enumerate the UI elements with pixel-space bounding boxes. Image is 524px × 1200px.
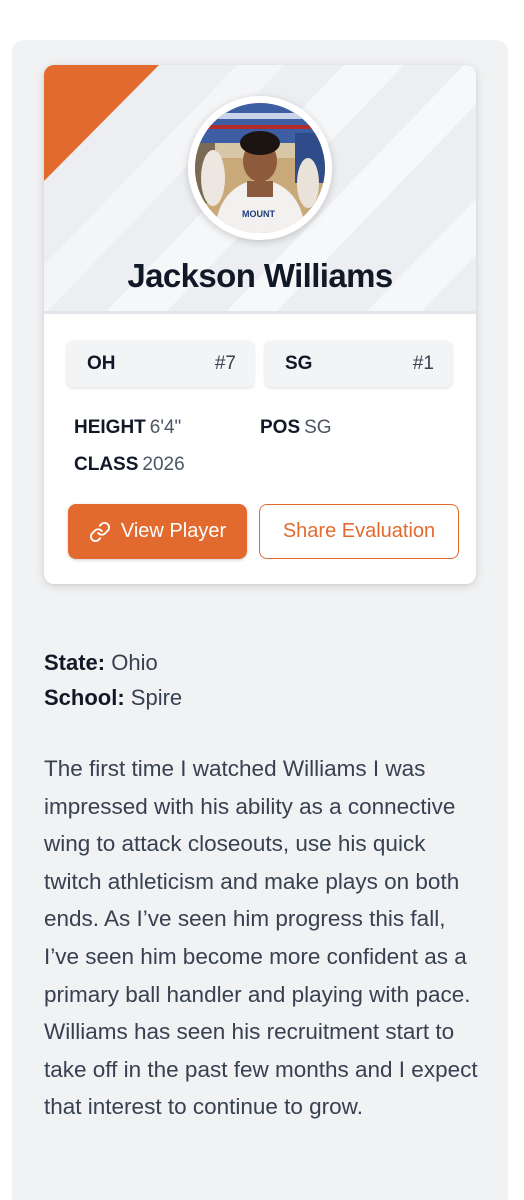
player-photo: MOUNT [195, 103, 325, 233]
position-code: SG [285, 353, 313, 374]
position-value: SG [304, 417, 332, 438]
state-rank-chip: OH #7 [67, 341, 254, 387]
state-rank: #7 [214, 353, 236, 374]
avatar: MOUNT [195, 103, 325, 233]
card-header: MOUNT Jackson Williams [44, 65, 476, 314]
school-label: School: [44, 685, 125, 710]
position-attribute: POS SG [260, 417, 332, 439]
class-value: 2026 [142, 454, 185, 475]
view-player-button[interactable]: View Player [68, 504, 247, 559]
share-evaluation-button[interactable]: Share Evaluation [259, 504, 459, 559]
evaluation-text: The first time I watched Williams I was … [44, 756, 478, 1120]
player-card: MOUNT Jackson Williams OH #7 SG #1 HEIGH… [44, 65, 476, 584]
position-label: POS [260, 417, 301, 438]
jersey-text: MOUNT [242, 209, 275, 219]
view-player-label: View Player [120, 520, 227, 542]
height-label: HEIGHT [74, 417, 146, 438]
school-row: School: Spire [44, 685, 484, 720]
position-rank: #1 [412, 353, 434, 374]
player-details: State: Ohio School: Spire [44, 650, 484, 720]
position-rank-chip: SG #1 [265, 341, 452, 387]
avatar-frame: MOUNT [188, 96, 332, 240]
class-attribute: CLASS 2026 [74, 454, 185, 476]
height-attribute: HEIGHT 6'4" [74, 417, 181, 439]
class-label: CLASS [74, 454, 139, 475]
state-label: State: [44, 650, 106, 675]
player-name: Jackson Williams [127, 257, 393, 294]
state-row: State: Ohio [44, 650, 484, 685]
state-code: OH [87, 353, 116, 374]
link-icon [89, 521, 111, 543]
school-value: Spire [130, 685, 183, 710]
height-value: 6'4" [149, 417, 182, 438]
state-value: Ohio [111, 650, 158, 675]
